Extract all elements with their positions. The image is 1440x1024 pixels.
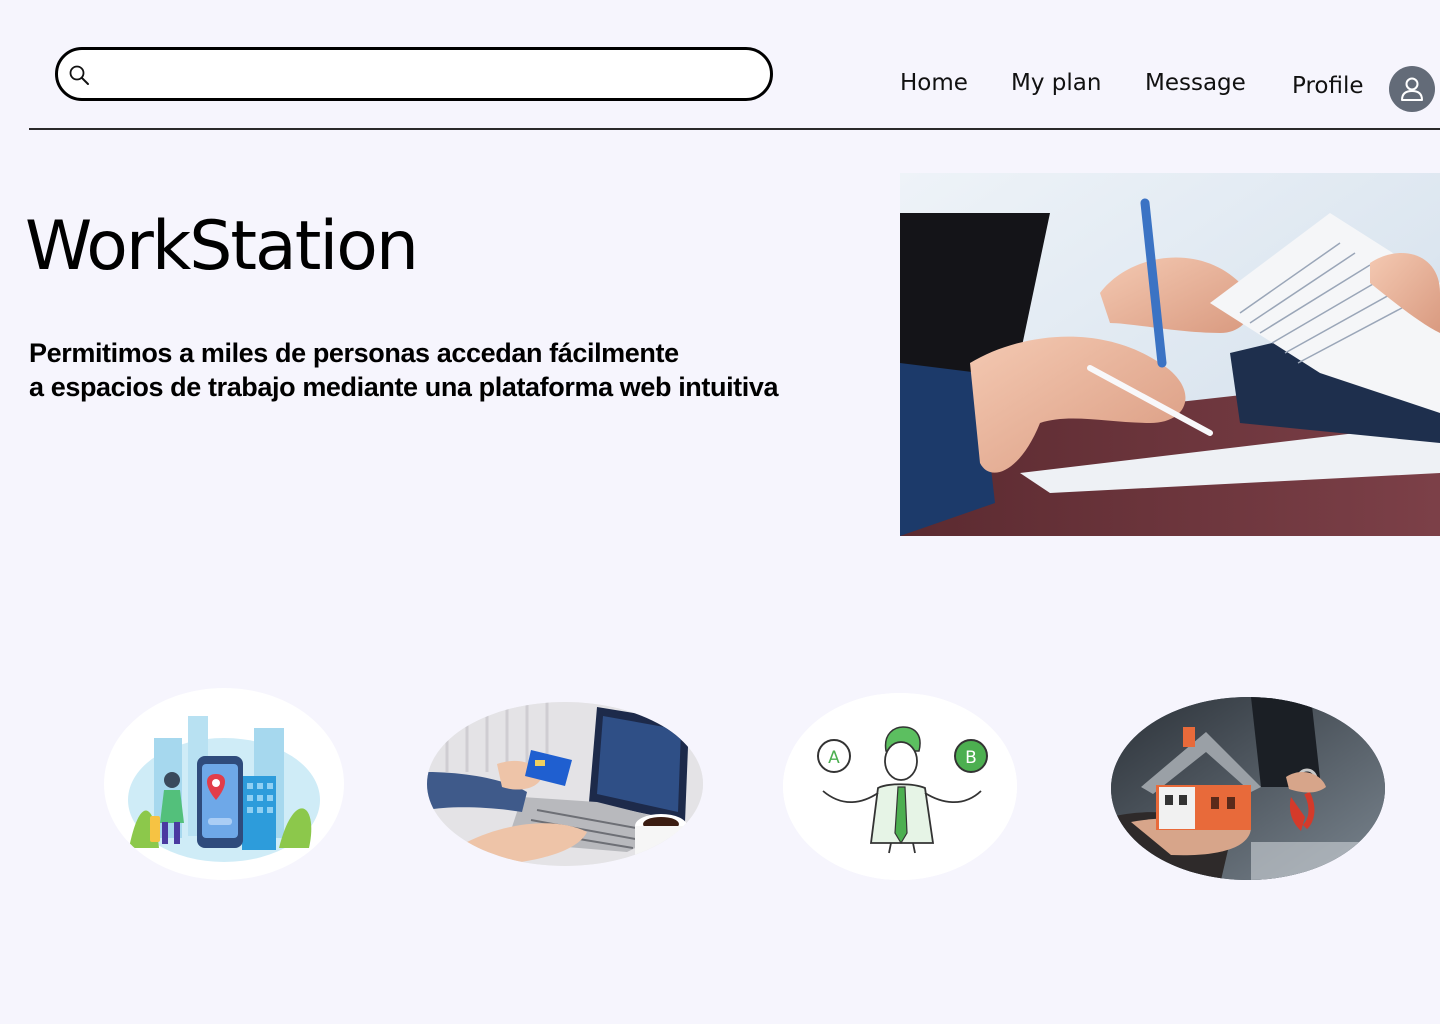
nav-message-link[interactable]: Message <box>1145 70 1246 96</box>
option-b-label: B <box>965 748 977 768</box>
avatar[interactable] <box>1389 66 1435 112</box>
user-icon <box>1401 77 1423 101</box>
hero-tagline: Permitimos a miles de personas accedan f… <box>29 336 779 404</box>
feature-payment[interactable] <box>427 702 703 866</box>
nav-my-plan-link[interactable]: My plan <box>1011 70 1101 96</box>
search-bar[interactable] <box>55 47 773 101</box>
house-keys-photo <box>1111 697 1385 880</box>
nav-profile-link[interactable]: Profile <box>1292 73 1364 99</box>
feature-choice[interactable]: A B <box>783 693 1017 880</box>
nav-home-link[interactable]: Home <box>900 70 968 96</box>
search-input[interactable] <box>98 56 762 94</box>
tagline-line-1: Permitimos a miles de personas accedan f… <box>29 338 679 368</box>
hero-image <box>900 173 1440 536</box>
feature-realestate[interactable] <box>1111 697 1385 880</box>
online-payment-photo <box>427 702 703 866</box>
location-map-illustration <box>128 716 320 862</box>
tagline-line-2: a espacios de trabajo mediante una plata… <box>29 372 779 402</box>
feature-location[interactable] <box>104 688 344 880</box>
header-divider <box>29 128 1440 130</box>
brand-title: WorkStation <box>25 207 419 286</box>
option-a-label: A <box>828 748 840 768</box>
search-icon <box>69 65 89 85</box>
